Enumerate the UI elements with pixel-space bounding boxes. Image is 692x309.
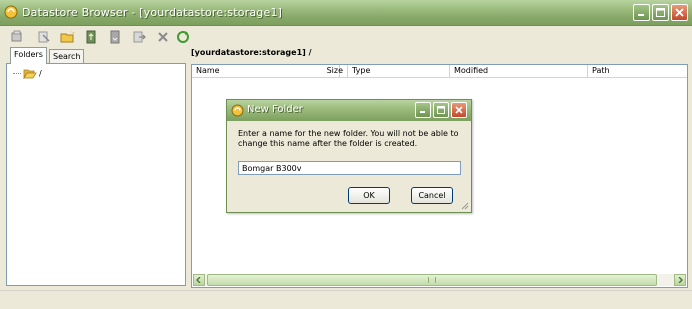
tree-root-node[interactable]: / bbox=[13, 68, 42, 79]
tree-root-label: / bbox=[39, 69, 42, 78]
dialog-title: New Folder bbox=[247, 104, 303, 115]
cancel-button[interactable]: Cancel bbox=[411, 187, 453, 204]
current-path: [yourdatastore:storage1] / bbox=[191, 48, 312, 57]
dialog-app-icon bbox=[231, 104, 244, 117]
search-datastore-button[interactable] bbox=[9, 29, 25, 45]
datastore-browser-window: Datastore Browser - [yourdatastore:stora… bbox=[0, 0, 692, 309]
datastore-app-icon bbox=[4, 5, 18, 19]
delete-icon bbox=[158, 32, 168, 42]
dialog-minimize-button[interactable] bbox=[415, 102, 431, 118]
title-bar: Datastore Browser - [yourdatastore:stora… bbox=[0, 0, 692, 26]
folder-name-input[interactable] bbox=[238, 161, 461, 175]
toolbar bbox=[0, 26, 692, 46]
pane-tabs: Folders Search bbox=[6, 47, 186, 64]
maximize-icon bbox=[656, 8, 665, 17]
minimize-icon bbox=[638, 14, 644, 16]
dialog-close-button[interactable] bbox=[451, 102, 467, 118]
column-header-modified[interactable]: Modified bbox=[450, 65, 588, 77]
horizontal-scrollbar[interactable] bbox=[193, 274, 686, 286]
move-button[interactable] bbox=[131, 29, 147, 45]
new-folder-dialog: New Folder Enter a name for the new fold… bbox=[226, 99, 472, 213]
close-icon bbox=[455, 106, 463, 114]
new-folder-icon bbox=[60, 30, 75, 43]
browse-button[interactable] bbox=[36, 29, 52, 45]
ok-button[interactable]: OK bbox=[348, 187, 390, 204]
maximize-button[interactable] bbox=[652, 4, 669, 21]
minimize-button[interactable] bbox=[633, 4, 650, 21]
delete-button[interactable] bbox=[155, 29, 171, 45]
scroll-left-button[interactable] bbox=[193, 274, 205, 286]
refresh-button[interactable] bbox=[175, 29, 191, 45]
browse-icon bbox=[38, 31, 50, 43]
open-folder-icon bbox=[23, 69, 37, 79]
refresh-icon bbox=[177, 31, 189, 43]
dialog-title-bar: New Folder bbox=[227, 100, 471, 121]
scroll-grip-icon bbox=[428, 277, 436, 283]
upload-icon bbox=[86, 30, 96, 44]
tree-connector bbox=[13, 72, 21, 75]
folder-tree: / bbox=[6, 63, 186, 286]
status-bar bbox=[0, 290, 692, 309]
column-header-row: Name Size Type Modified Path bbox=[192, 65, 687, 78]
maximize-icon bbox=[437, 106, 445, 114]
minimize-icon bbox=[420, 111, 425, 113]
download-button[interactable] bbox=[107, 29, 123, 45]
download-icon bbox=[110, 30, 120, 44]
new-folder-button[interactable] bbox=[60, 29, 76, 45]
column-header-path[interactable]: Path bbox=[588, 65, 687, 77]
resize-grip-icon[interactable] bbox=[459, 200, 469, 210]
close-button[interactable] bbox=[671, 4, 688, 21]
tab-search[interactable]: Search bbox=[49, 49, 85, 63]
move-icon bbox=[133, 31, 146, 43]
close-icon bbox=[675, 8, 684, 17]
dialog-message: Enter a name for the new folder. You wil… bbox=[238, 129, 459, 148]
column-header-type[interactable]: Type bbox=[348, 65, 450, 77]
scroll-right-button[interactable] bbox=[674, 274, 686, 286]
chevron-right-icon bbox=[678, 277, 683, 283]
dialog-maximize-button[interactable] bbox=[433, 102, 449, 118]
column-header-size[interactable]: Size bbox=[316, 65, 348, 77]
upload-button[interactable] bbox=[83, 29, 99, 45]
window-title: Datastore Browser - [yourdatastore:stora… bbox=[22, 6, 283, 19]
tab-folders[interactable]: Folders bbox=[10, 47, 47, 64]
folders-pane: Folders Search / bbox=[6, 47, 186, 287]
chevron-left-icon bbox=[196, 277, 201, 283]
scroll-thumb[interactable] bbox=[207, 274, 657, 286]
search-datastore-icon bbox=[11, 30, 22, 42]
